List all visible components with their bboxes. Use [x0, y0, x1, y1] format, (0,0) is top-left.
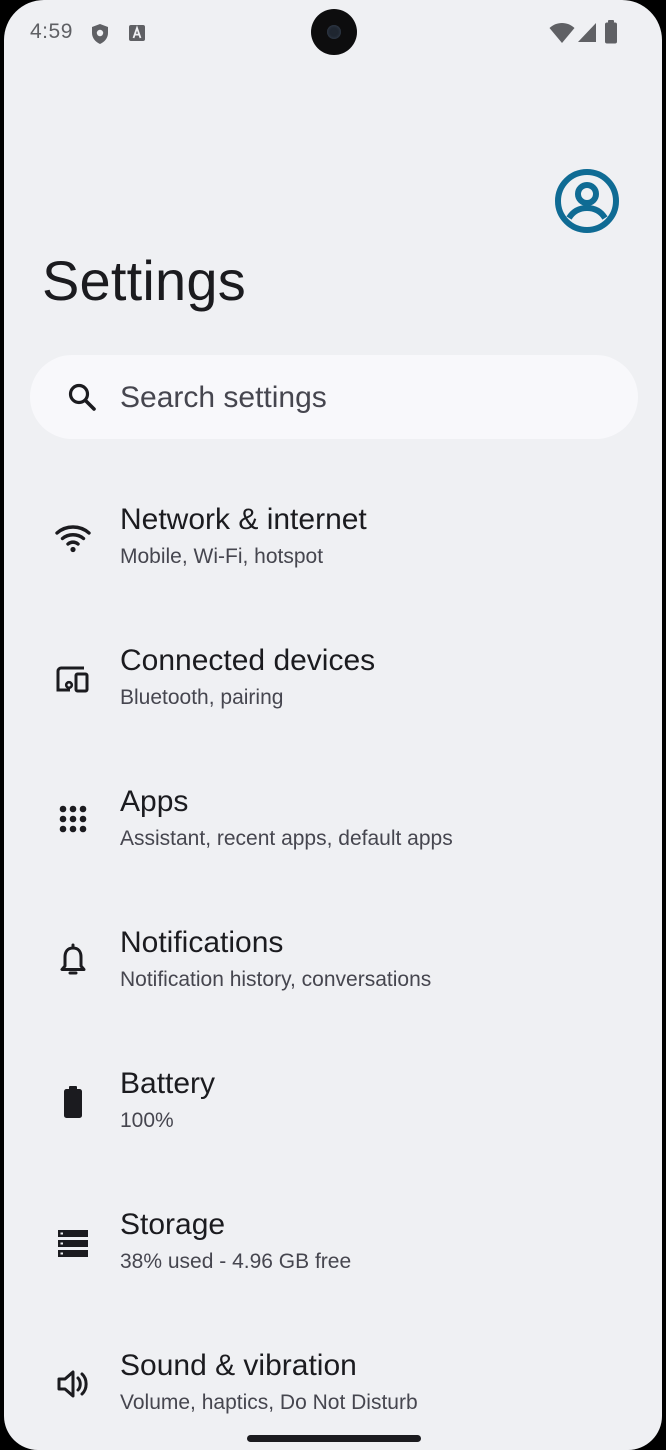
settings-item-title: Apps [120, 785, 189, 818]
settings-item-title: Sound & vibration [120, 1349, 357, 1382]
settings-item-title: Battery [120, 1067, 216, 1100]
settings-item-title: Connected devices [120, 644, 376, 677]
keyboard-a-icon [129, 25, 145, 41]
settings-item-title: Storage [120, 1208, 226, 1241]
battery-status-icon [605, 20, 617, 44]
settings-item-subtitle: Mobile, Wi-Fi, hotspot [120, 545, 324, 568]
page-title: Settings [42, 249, 246, 312]
settings-item-battery[interactable]: Battery 100% [4, 1029, 662, 1170]
search-icon [68, 383, 96, 411]
shield-icon [92, 24, 108, 44]
settings-item-sound[interactable]: Sound & vibration Volume, haptics, Do No… [4, 1311, 662, 1450]
wifi-icon [55, 525, 91, 553]
devices-icon [56, 666, 89, 693]
bell-icon [60, 943, 86, 975]
status-time: 4:59 [30, 20, 73, 43]
settings-item-network[interactable]: Network & internet Mobile, Wi-Fi, hotspo… [4, 465, 662, 606]
settings-item-subtitle: Notification history, conversations [120, 968, 432, 991]
search-bar[interactable]: Search settings [30, 355, 638, 439]
account-avatar-icon[interactable] [554, 168, 620, 234]
settings-item-subtitle: 38% used - 4.96 GB free [120, 1250, 352, 1273]
front-camera [311, 9, 357, 55]
settings-item-subtitle: 100% [120, 1109, 174, 1132]
settings-item-title: Notifications [120, 926, 284, 959]
settings-list: Network & internet Mobile, Wi-Fi, hotspo… [4, 465, 662, 1450]
settings-item-connected-devices[interactable]: Connected devices Bluetooth, pairing [4, 606, 662, 747]
settings-item-subtitle: Assistant, recent apps, default apps [120, 827, 453, 850]
settings-item-subtitle: Bluetooth, pairing [120, 686, 284, 709]
settings-item-apps[interactable]: Apps Assistant, recent apps, default app… [4, 747, 662, 888]
gesture-nav-handle[interactable] [247, 1435, 421, 1442]
settings-screen: 4:59 Settings Search settings Network & … [4, 0, 662, 1450]
status-bar: 4:59 [4, 0, 662, 66]
wifi-icon [549, 23, 575, 43]
storage-icon [58, 1230, 88, 1257]
settings-item-notifications[interactable]: Notifications Notification history, conv… [4, 888, 662, 1029]
settings-item-storage[interactable]: Storage 38% used - 4.96 GB free [4, 1170, 662, 1311]
cell-signal-icon [578, 23, 596, 42]
settings-item-subtitle: Volume, haptics, Do Not Disturb [120, 1391, 418, 1414]
settings-item-title: Network & internet [120, 503, 367, 536]
search-placeholder: Search settings [120, 381, 327, 414]
battery-icon [64, 1086, 82, 1118]
apps-grid-icon [59, 805, 87, 833]
speaker-icon [57, 1370, 88, 1398]
